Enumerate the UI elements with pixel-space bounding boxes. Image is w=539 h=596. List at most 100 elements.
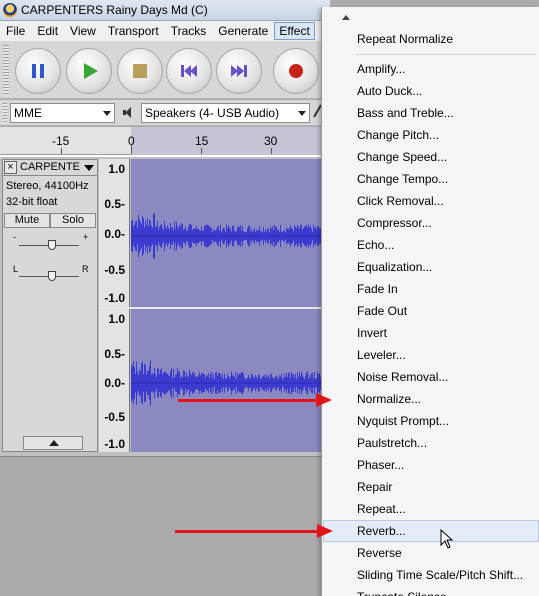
menu-item-change-speed[interactable]: Change Speed...: [323, 146, 539, 168]
solo-button[interactable]: Solo: [50, 213, 96, 228]
menu-item-noise-removal[interactable]: Noise Removal...: [323, 366, 539, 388]
ruler-tick: [201, 148, 202, 154]
device-toolbar: MME Speakers (4- USB Audio): [0, 100, 330, 126]
menu-item-repair[interactable]: Repair: [323, 476, 539, 498]
waveform-channel-right[interactable]: [131, 309, 331, 452]
menu-effect[interactable]: Effect: [274, 22, 315, 40]
menu-item-phaser[interactable]: Phaser...: [323, 454, 539, 476]
play-button[interactable]: [66, 48, 112, 94]
menu-item-invert[interactable]: Invert: [323, 322, 539, 344]
menu-view[interactable]: View: [64, 22, 102, 40]
audio-host-value: MME: [14, 106, 42, 120]
pause-button[interactable]: [15, 48, 61, 94]
toolbar-grip[interactable]: [3, 103, 7, 123]
skip-end-icon: [231, 65, 247, 77]
waveform-left-svg: [131, 213, 331, 259]
menu-transport[interactable]: Transport: [102, 22, 165, 40]
menu-item-echo[interactable]: Echo...: [323, 234, 539, 256]
track-bitdepth: 32-bit float: [6, 196, 58, 208]
vruler-label: -1.0: [104, 291, 125, 305]
audio-host-select[interactable]: MME: [10, 103, 115, 123]
collapse-track-button[interactable]: [23, 436, 83, 450]
menu-item-amplify[interactable]: Amplify...: [323, 58, 539, 80]
toolbar-grip[interactable]: [3, 45, 9, 95]
vruler-label: 0.5-: [104, 197, 125, 211]
ruler-label: 15: [195, 134, 209, 148]
vertical-ruler-left[interactable]: 1.0 0.5- 0.0- -0.5 -1.0: [99, 159, 130, 307]
menu-item-repeat[interactable]: Repeat...: [323, 498, 539, 520]
annotation-arrow-reverb: [175, 524, 333, 538]
menu-item-nyquist-prompt[interactable]: Nyquist Prompt...: [323, 410, 539, 432]
menu-item-fade-out[interactable]: Fade Out: [323, 300, 539, 322]
pause-icon: [32, 64, 44, 78]
vruler-label: 1.0: [108, 312, 125, 326]
menu-item-equalization[interactable]: Equalization...: [323, 256, 539, 278]
menu-item-reverb[interactable]: Reverb...: [323, 520, 539, 542]
title-bar: CARPENTERS Rainy Days Md (C): [0, 0, 330, 21]
playback-device-select[interactable]: Speakers (4- USB Audio): [141, 103, 310, 123]
ruler-tick: [61, 148, 62, 154]
ruler-tick: [131, 144, 132, 154]
play-icon: [83, 63, 98, 79]
menu-item-normalize[interactable]: Normalize...: [323, 388, 539, 410]
playback-device-value: Speakers (4- USB Audio): [145, 106, 280, 120]
ruler-tick: [271, 148, 272, 154]
vruler-label: -0.5: [104, 263, 125, 277]
menu-bar: File Edit View Transport Tracks Generate…: [0, 21, 330, 41]
menu-item-truncate-silence[interactable]: Truncate Silence...: [323, 586, 539, 596]
waveform-channel-left[interactable]: [131, 159, 331, 307]
menu-tracks[interactable]: Tracks: [165, 22, 213, 40]
stop-icon: [133, 64, 147, 78]
menu-file[interactable]: File: [0, 22, 31, 40]
vruler-label: -1.0: [104, 437, 125, 451]
chevron-down-icon[interactable]: [84, 165, 94, 171]
menu-item-reverse[interactable]: Reverse: [323, 542, 539, 564]
skip-to-end-button[interactable]: [216, 48, 262, 94]
waveform-right-svg: [131, 360, 331, 406]
gain-slider[interactable]: [48, 240, 56, 250]
chevron-down-icon: [103, 111, 111, 116]
vertical-ruler-right[interactable]: 1.0 0.5- 0.0- -0.5 -1.0: [99, 309, 130, 452]
menu-item-change-pitch[interactable]: Change Pitch...: [323, 124, 539, 146]
timeline-selection: [131, 127, 331, 155]
vruler-label: 0.0-: [104, 227, 125, 241]
pan-right-label: R: [82, 264, 89, 274]
timeline-ruler[interactable]: -15 0 15 30: [0, 127, 331, 155]
scroll-up-icon[interactable]: [342, 15, 350, 20]
vruler-label: 0.0-: [104, 376, 125, 390]
gain-minus-label: -: [13, 232, 16, 242]
menu-generate[interactable]: Generate: [212, 22, 274, 40]
mouse-cursor-icon: [440, 529, 454, 549]
vruler-label: 1.0: [108, 162, 125, 176]
audacity-window: CARPENTERS Rainy Days Md (C) File Edit V…: [0, 0, 539, 596]
menu-item-click-removal[interactable]: Click Removal...: [323, 190, 539, 212]
pan-left-label: L: [13, 264, 19, 274]
menu-item-compressor[interactable]: Compressor...: [323, 212, 539, 234]
menu-item-change-tempo[interactable]: Change Tempo...: [323, 168, 539, 190]
mute-button[interactable]: Mute: [4, 213, 50, 228]
menu-item-bass-and-treble[interactable]: Bass and Treble...: [323, 102, 539, 124]
menu-item-sliding-time-scale-pitch-shift[interactable]: Sliding Time Scale/Pitch Shift...: [323, 564, 539, 586]
record-button[interactable]: [273, 48, 319, 94]
menu-item-fade-in[interactable]: Fade In: [323, 278, 539, 300]
track-format: Stereo, 44100Hz: [6, 180, 89, 192]
tracks-area: × CARPENTE Stereo, 44100Hz 32-bit float …: [0, 155, 331, 456]
ruler-label: 30: [264, 134, 278, 148]
chevron-down-icon: [298, 111, 306, 116]
skip-to-start-button[interactable]: [166, 48, 212, 94]
track-control-panel: × CARPENTE Stereo, 44100Hz 32-bit float …: [2, 159, 98, 452]
close-track-button[interactable]: ×: [4, 161, 17, 174]
track-header: × CARPENTE: [3, 160, 97, 176]
gain-plus-label: +: [83, 232, 89, 242]
track-name-menu[interactable]: CARPENTE: [20, 161, 80, 173]
vruler-label: 0.5-: [104, 347, 125, 361]
menu-item-auto-duck[interactable]: Auto Duck...: [323, 80, 539, 102]
menu-item-paulstretch[interactable]: Paulstretch...: [323, 432, 539, 454]
pan-slider[interactable]: [48, 271, 56, 281]
empty-track-area[interactable]: [0, 456, 330, 596]
menu-item-leveler[interactable]: Leveler...: [323, 344, 539, 366]
speaker-icon: [123, 107, 135, 119]
stop-button[interactable]: [117, 48, 163, 94]
menu-item-repeat-normalize[interactable]: Repeat Normalize: [323, 28, 539, 50]
menu-edit[interactable]: Edit: [31, 22, 64, 40]
